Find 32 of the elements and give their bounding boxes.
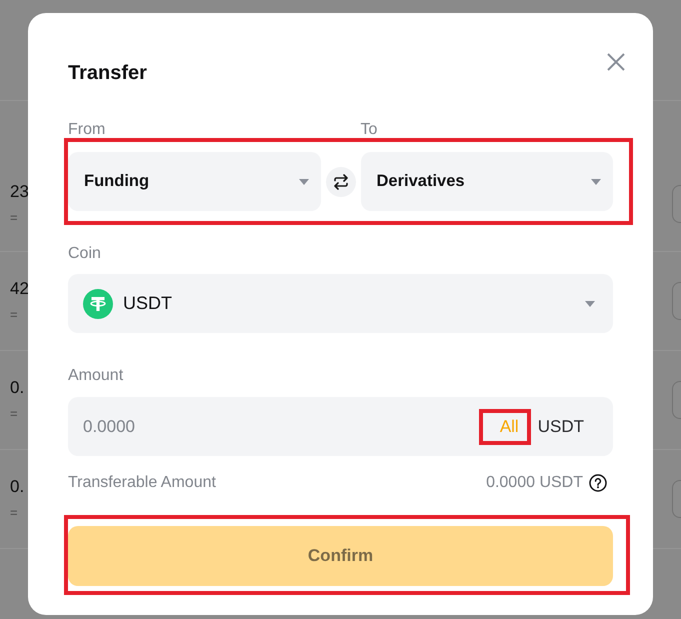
caret-icon — [585, 300, 595, 306]
to-label: To — [360, 121, 378, 138]
swap-icon — [332, 174, 348, 190]
asset-amount: 0. — [10, 377, 24, 399]
caret-icon — [591, 178, 601, 184]
close-button[interactable] — [607, 53, 625, 71]
swap-button[interactable] — [326, 166, 356, 196]
dialog-title: Transfer — [68, 61, 147, 86]
amount-label: Amount — [68, 367, 124, 385]
asset-value: = — [10, 504, 19, 522]
to-select[interactable]: Derivatives — [360, 152, 613, 211]
coin-label: Coin — [68, 245, 102, 263]
asset-value: = — [10, 306, 19, 324]
row-action-button[interactable] — [672, 381, 681, 419]
transferable-value: 0.0000 USDT — [486, 474, 583, 492]
help-icon[interactable] — [589, 474, 607, 492]
close-icon — [607, 53, 625, 71]
coin-select[interactable]: USDT — [68, 274, 613, 333]
asset-amount: 42 — [10, 278, 29, 300]
row-action-button[interactable] — [672, 480, 681, 518]
asset-amount: 23 — [10, 180, 29, 202]
row-action-button[interactable] — [672, 184, 681, 222]
asset-value: = — [10, 405, 19, 423]
from-select[interactable]: Funding — [68, 152, 320, 211]
asset-value: = — [10, 208, 19, 226]
coin-logo-icon — [83, 288, 113, 318]
transferable-label: Transferable Amount — [68, 474, 216, 492]
from-label: From — [68, 121, 106, 138]
unit-label: USDT — [538, 416, 584, 436]
asset-amount: 0. — [10, 476, 24, 498]
caret-icon — [298, 178, 308, 184]
row-action-button[interactable] — [672, 282, 681, 320]
